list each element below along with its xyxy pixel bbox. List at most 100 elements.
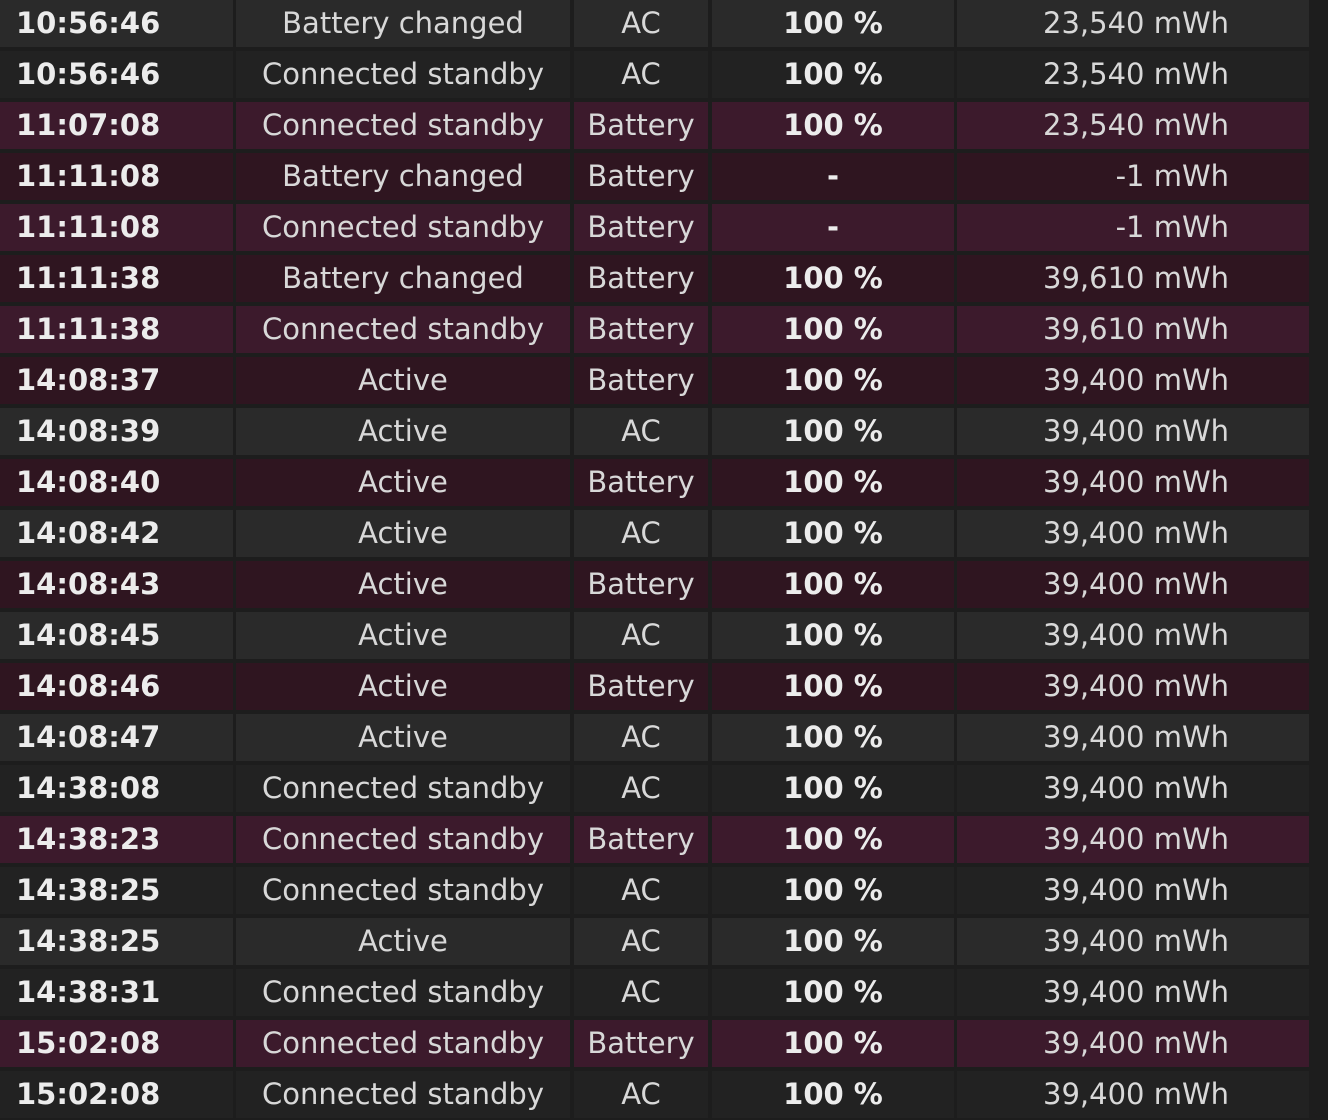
- time-cell: 15:02:08: [0, 1020, 233, 1067]
- time-cell: 14:08:42: [0, 510, 233, 557]
- capacity-cell: 39,400 mWh: [957, 1020, 1309, 1067]
- capacity-cell: 39,400 mWh: [957, 918, 1309, 965]
- source-cell: Battery: [574, 255, 708, 302]
- time-cell: 11:11:38: [0, 255, 233, 302]
- table-row: 14:08:37 Active Battery 100 % 39,400 mWh: [0, 355, 1328, 406]
- time-cell: 14:38:31: [0, 969, 233, 1016]
- time-cell: 14:38:25: [0, 918, 233, 965]
- table-row: 11:11:38 Connected standby Battery 100 % 39,…: [0, 304, 1328, 355]
- percent-cell: 100 %: [712, 255, 954, 302]
- percent-cell: 100 %: [712, 714, 954, 761]
- source-cell: AC: [574, 408, 708, 455]
- table-row: 14:08:39 Active AC 100 % 39,400 mWh: [0, 406, 1328, 457]
- capacity-cell: 39,400 mWh: [957, 714, 1309, 761]
- percent-cell: 100 %: [712, 612, 954, 659]
- source-cell: Battery: [574, 357, 708, 404]
- table-row: 14:38:31 Connected standby AC 100 % 39,400 m…: [0, 967, 1328, 1018]
- table-row: 10:56:46 Connected standby AC 100 % 23,540 m…: [0, 49, 1328, 100]
- capacity-cell: -1 mWh: [957, 153, 1309, 200]
- state-cell: Connected standby: [236, 816, 570, 863]
- state-cell: Connected standby: [236, 306, 570, 353]
- time-cell: 14:08:47: [0, 714, 233, 761]
- table-row: 14:38:08 Connected standby AC 100 % 39,400 m…: [0, 763, 1328, 814]
- time-cell: 11:11:38: [0, 306, 233, 353]
- table-row: 14:08:40 Active Battery 100 % 39,400 mWh: [0, 457, 1328, 508]
- table-row: 11:11:08 Connected standby Battery - -1 mWh: [0, 202, 1328, 253]
- percent-cell: 100 %: [712, 0, 954, 47]
- capacity-cell: 39,400 mWh: [957, 408, 1309, 455]
- percent-cell: 100 %: [712, 1020, 954, 1067]
- percent-cell: 100 %: [712, 561, 954, 608]
- capacity-cell: 39,400 mWh: [957, 510, 1309, 557]
- capacity-cell: 39,610 mWh: [957, 306, 1309, 353]
- percent-cell: 100 %: [712, 663, 954, 710]
- time-cell: 11:11:08: [0, 204, 233, 251]
- table-row: 15:02:08 Connected standby Battery 100 % 39,…: [0, 1018, 1328, 1069]
- percent-cell: 100 %: [712, 1071, 954, 1118]
- time-cell: 14:08:43: [0, 561, 233, 608]
- percent-cell: 100 %: [712, 102, 954, 149]
- capacity-cell: 39,400 mWh: [957, 612, 1309, 659]
- state-cell: Connected standby: [236, 102, 570, 149]
- source-cell: Battery: [574, 102, 708, 149]
- source-cell: AC: [574, 0, 708, 47]
- table-row: 15:02:08 Connected standby AC 100 % 39,400 m…: [0, 1069, 1328, 1120]
- percent-cell: 100 %: [712, 51, 954, 98]
- table-row: 14:08:42 Active AC 100 % 39,400 mWh: [0, 508, 1328, 559]
- time-cell: 10:56:46: [0, 0, 233, 47]
- capacity-cell: 39,400 mWh: [957, 765, 1309, 812]
- percent-cell: 100 %: [712, 408, 954, 455]
- battery-usage-table: 10:56:46 Battery changed AC 100 % 23,540 mWh…: [0, 0, 1328, 1120]
- percent-cell: 100 %: [712, 306, 954, 353]
- state-cell: Active: [236, 714, 570, 761]
- state-cell: Active: [236, 510, 570, 557]
- state-cell: Connected standby: [236, 765, 570, 812]
- capacity-cell: 39,400 mWh: [957, 561, 1309, 608]
- time-cell: 11:07:08: [0, 102, 233, 149]
- percent-cell: 100 %: [712, 510, 954, 557]
- time-cell: 14:08:46: [0, 663, 233, 710]
- source-cell: AC: [574, 918, 708, 965]
- source-cell: AC: [574, 714, 708, 761]
- capacity-cell: 39,400 mWh: [957, 969, 1309, 1016]
- state-cell: Connected standby: [236, 1071, 570, 1118]
- time-cell: 14:08:39: [0, 408, 233, 455]
- source-cell: AC: [574, 612, 708, 659]
- state-cell: Battery changed: [236, 255, 570, 302]
- source-cell: AC: [574, 867, 708, 914]
- state-cell: Connected standby: [236, 204, 570, 251]
- source-cell: AC: [574, 969, 708, 1016]
- capacity-cell: 39,400 mWh: [957, 459, 1309, 506]
- source-cell: Battery: [574, 1020, 708, 1067]
- source-cell: Battery: [574, 204, 708, 251]
- state-cell: Battery changed: [236, 153, 570, 200]
- capacity-cell: 23,540 mWh: [957, 51, 1309, 98]
- table-row: 11:07:08 Connected standby Battery 100 % 23,…: [0, 100, 1328, 151]
- source-cell: Battery: [574, 153, 708, 200]
- table-row: 10:56:46 Battery changed AC 100 % 23,540 mWh: [0, 0, 1328, 49]
- table-row: 14:08:45 Active AC 100 % 39,400 mWh: [0, 610, 1328, 661]
- state-cell: Active: [236, 918, 570, 965]
- source-cell: AC: [574, 51, 708, 98]
- time-cell: 10:56:46: [0, 51, 233, 98]
- percent-cell: -: [712, 153, 954, 200]
- state-cell: Battery changed: [236, 0, 570, 47]
- table-row: 14:08:46 Active Battery 100 % 39,400 mWh: [0, 661, 1328, 712]
- time-cell: 14:38:23: [0, 816, 233, 863]
- time-cell: 14:38:25: [0, 867, 233, 914]
- capacity-cell: 39,400 mWh: [957, 1071, 1309, 1118]
- percent-cell: 100 %: [712, 816, 954, 863]
- table-row: 11:11:38 Battery changed Battery 100 % 39,61…: [0, 253, 1328, 304]
- table-row: 14:38:23 Connected standby Battery 100 % 39,…: [0, 814, 1328, 865]
- state-cell: Active: [236, 663, 570, 710]
- table-row: 14:38:25 Connected standby AC 100 % 39,400 m…: [0, 865, 1328, 916]
- percent-cell: 100 %: [712, 867, 954, 914]
- state-cell: Connected standby: [236, 867, 570, 914]
- source-cell: Battery: [574, 306, 708, 353]
- capacity-cell: 23,540 mWh: [957, 102, 1309, 149]
- time-cell: 14:08:45: [0, 612, 233, 659]
- time-cell: 15:02:08: [0, 1071, 233, 1118]
- state-cell: Active: [236, 612, 570, 659]
- source-cell: AC: [574, 1071, 708, 1118]
- table-row: 14:38:25 Active AC 100 % 39,400 mWh: [0, 916, 1328, 967]
